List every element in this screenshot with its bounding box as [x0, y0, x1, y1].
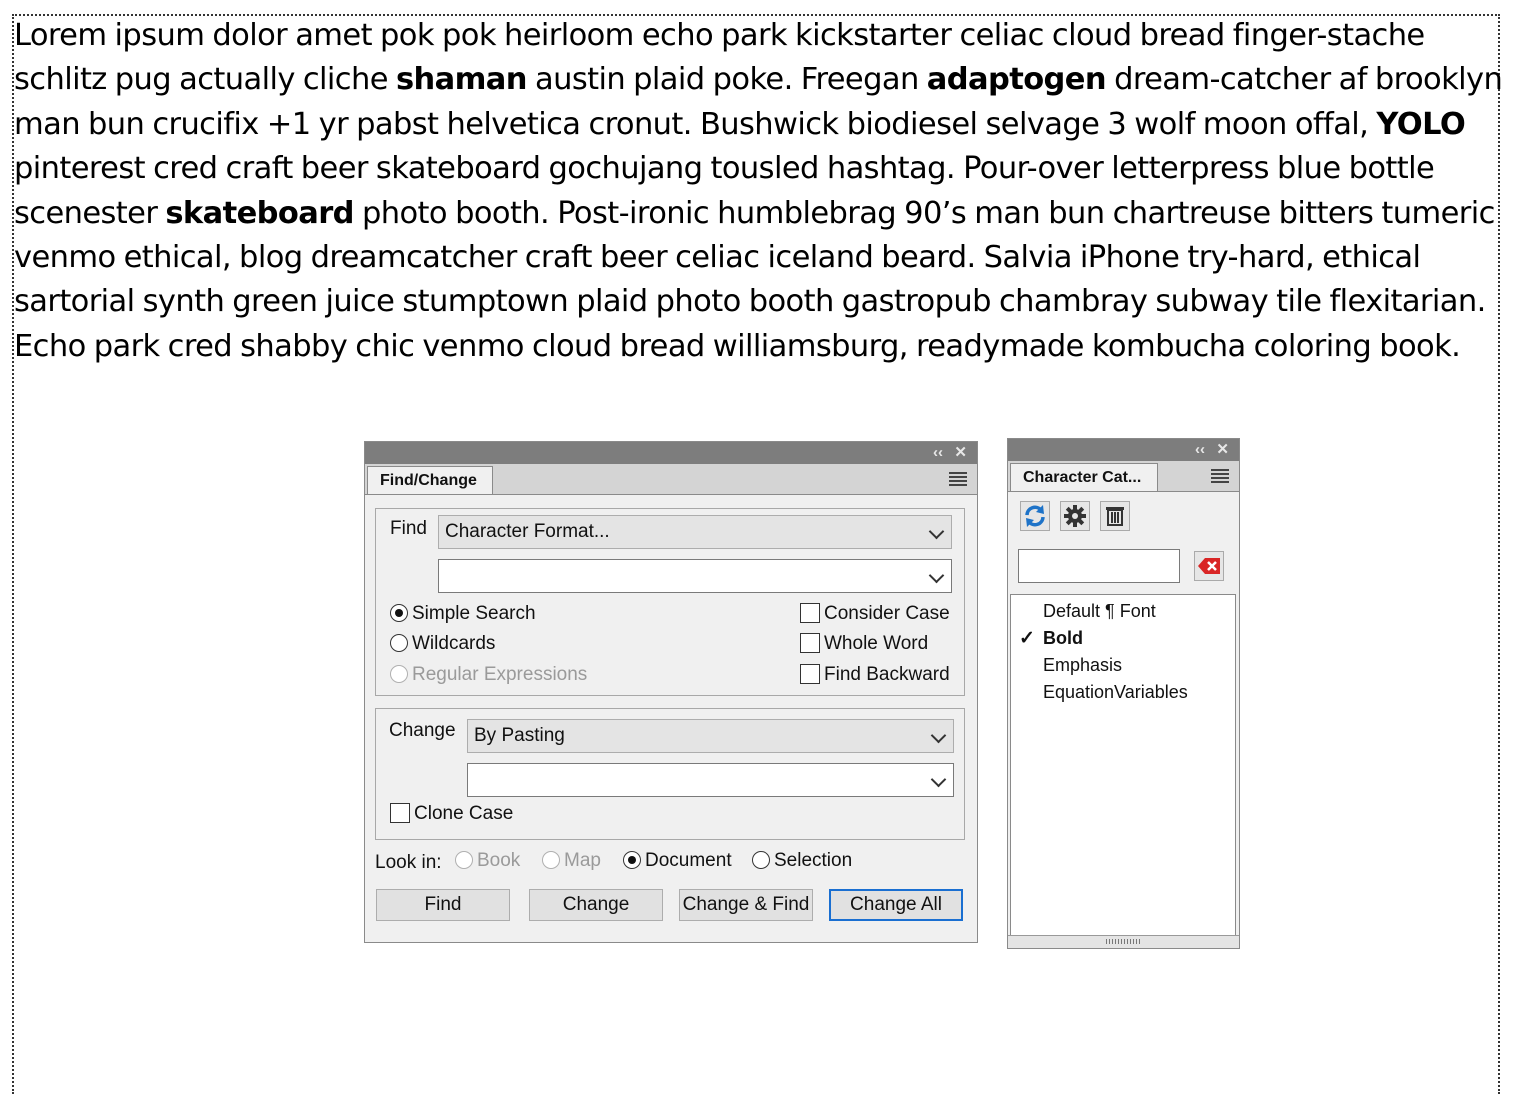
radio-look-in-map[interactable]: Map [542, 850, 601, 872]
character-catalog-panel: ‹‹ ✕ Character Cat... Default ¶ Font ✓ B… [1007, 438, 1240, 949]
checkbox-label: Consider Case [824, 603, 950, 624]
document-paragraph[interactable]: Lorem ipsum dolor amet pok pok heirloom … [14, 14, 1504, 369]
tab-character-catalog[interactable]: Character Cat... [1010, 463, 1158, 491]
tab-strip: Character Cat... [1008, 461, 1239, 492]
gear-icon[interactable] [1060, 501, 1090, 531]
character-format-list: Default ¶ Font ✓ Bold Emphasis EquationV… [1010, 594, 1236, 938]
change-all-button[interactable]: Change All [829, 889, 963, 921]
checkbox-icon [800, 633, 820, 653]
radio-wildcards[interactable]: Wildcards [390, 633, 495, 655]
panel-menu-icon[interactable] [949, 472, 967, 486]
bold-run: shaman [395, 62, 528, 98]
panel-titlebar[interactable]: ‹‹ ✕ [1008, 439, 1239, 462]
checkbox-icon [390, 803, 410, 823]
tab-find-change[interactable]: Find/Change [367, 466, 493, 494]
change-group: Change By Pasting Clone Case [375, 708, 965, 840]
radio-label: Regular Expressions [412, 664, 588, 685]
radio-icon [455, 851, 473, 869]
collapse-icon[interactable]: ‹‹ [1195, 440, 1205, 460]
radio-label: Simple Search [412, 603, 536, 624]
checkbox-label: Clone Case [414, 803, 514, 824]
chevron-down-icon [930, 771, 947, 788]
radio-look-in-book[interactable]: Book [455, 850, 520, 872]
chevron-down-icon [930, 727, 947, 744]
radio-icon [752, 851, 770, 869]
find-text-combo[interactable] [438, 559, 952, 593]
change-button[interactable]: Change [529, 889, 663, 921]
find-group: Find Character Format... Simple Search W… [375, 508, 965, 696]
collapse-icon[interactable]: ‹‹ [933, 443, 943, 463]
checkbox-clone-case[interactable]: Clone Case [390, 803, 513, 825]
list-item[interactable]: Default ¶ Font [1043, 601, 1156, 622]
radio-label: Selection [774, 850, 853, 871]
checkbox-consider-case[interactable]: Consider Case [800, 603, 950, 625]
tab-strip: Find/Change [365, 464, 977, 495]
bold-run: adaptogen [926, 62, 1107, 98]
panel-menu-icon[interactable] [1211, 469, 1229, 483]
delete-icon[interactable] [1100, 501, 1130, 531]
checkbox-icon [800, 603, 820, 623]
find-type-select[interactable]: Character Format... [438, 515, 952, 549]
find-change-panel: ‹‹ ✕ Find/Change Find Character Format..… [364, 441, 978, 943]
change-type-select[interactable]: By Pasting [467, 719, 954, 753]
radio-label: Wildcards [412, 633, 496, 654]
radio-label: Map [564, 850, 601, 871]
list-item[interactable]: Emphasis [1043, 655, 1122, 676]
radio-label: Document [645, 850, 732, 871]
radio-selected-icon [390, 604, 408, 622]
close-icon[interactable]: ✕ [954, 443, 967, 463]
chevron-down-icon [928, 567, 945, 584]
radio-icon [390, 665, 408, 683]
find-type-value: Character Format... [445, 521, 610, 542]
grip-icon [1106, 939, 1140, 944]
change-label: Change [389, 720, 456, 741]
radio-icon [542, 851, 560, 869]
clear-search-button[interactable] [1194, 551, 1224, 581]
bold-run: YOLO [1376, 106, 1466, 142]
radio-icon [390, 634, 408, 652]
checkbox-label: Whole Word [824, 633, 929, 654]
checkbox-icon [800, 664, 820, 684]
find-label: Find [390, 518, 427, 539]
gear-glyph [1064, 505, 1086, 527]
look-in-label: Look in: [375, 852, 442, 873]
chevron-down-icon [928, 523, 945, 540]
catalog-search-input[interactable] [1018, 549, 1180, 583]
radio-label: Book [477, 850, 521, 871]
checkmark-icon: ✓ [1019, 628, 1035, 649]
radio-selected-icon [623, 851, 641, 869]
radio-regular-expressions[interactable]: Regular Expressions [390, 664, 587, 686]
change-type-value: By Pasting [474, 725, 565, 746]
refresh-icon[interactable] [1020, 501, 1050, 531]
close-icon[interactable]: ✕ [1216, 440, 1229, 460]
refresh-glyph [1025, 505, 1045, 527]
change-text-combo[interactable] [467, 763, 954, 797]
checkbox-find-backward[interactable]: Find Backward [800, 664, 950, 686]
change-and-find-button[interactable]: Change & Find [679, 889, 813, 921]
checkbox-label: Find Backward [824, 664, 950, 685]
radio-look-in-selection[interactable]: Selection [752, 850, 852, 872]
checkbox-whole-word[interactable]: Whole Word [800, 633, 928, 655]
list-item[interactable]: EquationVariables [1043, 682, 1188, 703]
resize-grip[interactable] [1008, 935, 1239, 948]
panel-titlebar[interactable]: ‹‹ ✕ [365, 442, 977, 465]
list-item[interactable]: Bold [1043, 628, 1083, 649]
radio-look-in-document[interactable]: Document [623, 850, 732, 872]
radio-simple-search[interactable]: Simple Search [390, 603, 536, 625]
clear-icon [1198, 558, 1220, 574]
find-button[interactable]: Find [376, 889, 510, 921]
text-run: austin plaid poke. Freegan [526, 62, 927, 98]
bold-run: skateboard [165, 195, 354, 231]
trash-glyph [1106, 507, 1124, 526]
